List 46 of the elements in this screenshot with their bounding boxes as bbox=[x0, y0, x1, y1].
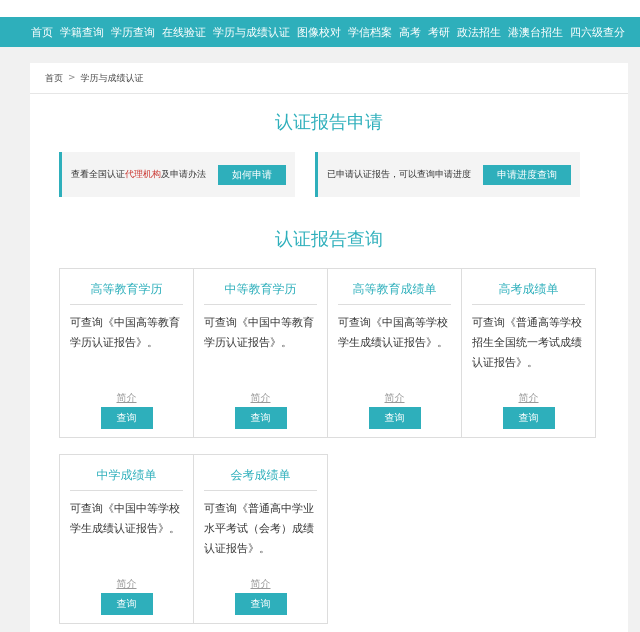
card-title: 高考成绩单 bbox=[472, 269, 585, 305]
breadcrumb-item[interactable]: 学历与成绩认证 bbox=[80, 72, 144, 84]
query-button[interactable]: 查询 bbox=[100, 407, 152, 429]
intro-link[interactable]: 简介 bbox=[518, 391, 538, 405]
intro-link[interactable]: 简介 bbox=[384, 391, 404, 405]
intro-link[interactable]: 简介 bbox=[116, 577, 136, 591]
nav-item[interactable]: 学籍查询 bbox=[60, 24, 104, 40]
intro-link[interactable]: 简介 bbox=[116, 391, 136, 405]
nav-item[interactable]: 在线验证 bbox=[162, 24, 206, 40]
section-title: 认证报告申请 bbox=[274, 111, 384, 134]
nav-item[interactable]: 首页 bbox=[31, 24, 53, 40]
card-description: 可查询《普通高中学业水平考试（会考）成绩认证报告》。 bbox=[204, 501, 315, 557]
query-button[interactable]: 查询 bbox=[234, 407, 286, 429]
intro-link[interactable]: 简介 bbox=[250, 577, 270, 591]
banner-text: 查看全国认证代理机构及申请办法 bbox=[71, 168, 206, 181]
card-description: 可查询《中国高等教育学历认证报告》。 bbox=[70, 315, 181, 351]
nav-item[interactable]: 图像校对 bbox=[297, 24, 341, 40]
query-button[interactable]: 查询 bbox=[100, 593, 152, 615]
nav-item[interactable]: 学历与成绩认证 bbox=[213, 24, 290, 40]
query-button[interactable]: 查询 bbox=[502, 407, 554, 429]
banner-button[interactable]: 申请进度查询 bbox=[483, 164, 571, 184]
card-description: 可查询《中国中等教育学历认证报告》。 bbox=[204, 315, 315, 351]
agency-link[interactable]: 代理机构 bbox=[125, 170, 161, 180]
nav-item[interactable]: 考研 bbox=[428, 24, 450, 40]
card-title: 高等教育学历 bbox=[70, 269, 183, 305]
nav-item[interactable]: 学信档案 bbox=[348, 24, 392, 40]
nav-item[interactable]: 政法招生 bbox=[457, 24, 501, 40]
card-description: 可查询《中国中等学校学生成绩认证报告》。 bbox=[70, 501, 181, 537]
banner-button[interactable]: 如何申请 bbox=[218, 164, 286, 184]
card-title: 中等教育学历 bbox=[204, 269, 317, 305]
card-title: 中学成绩单 bbox=[70, 455, 183, 491]
card-title: 高等教育成绩单 bbox=[338, 269, 451, 305]
section-title: 认证报告查询 bbox=[274, 228, 384, 251]
query-button[interactable]: 查询 bbox=[234, 593, 286, 615]
breadcrumb-separator: > bbox=[68, 73, 76, 83]
banner-text: 已申请认证报告，可以查询申请进度 bbox=[327, 168, 471, 181]
nav-item[interactable]: 学历查询 bbox=[111, 24, 155, 40]
card-description: 可查询《中国高等学校学生成绩认证报告》。 bbox=[338, 315, 449, 351]
nav-item[interactable]: 港澳台招生 bbox=[508, 24, 563, 40]
breadcrumb-item[interactable]: 首页 bbox=[45, 72, 63, 84]
nav-item[interactable]: 四六级查分 bbox=[570, 24, 625, 40]
query-button[interactable]: 查询 bbox=[368, 407, 420, 429]
card-title: 会考成绩单 bbox=[204, 455, 317, 491]
card-description: 可查询《普通高等学校招生全国统一考试成绩认证报告》。 bbox=[472, 315, 583, 371]
intro-link[interactable]: 简介 bbox=[250, 391, 270, 405]
nav-item[interactable]: 高考 bbox=[399, 24, 421, 40]
